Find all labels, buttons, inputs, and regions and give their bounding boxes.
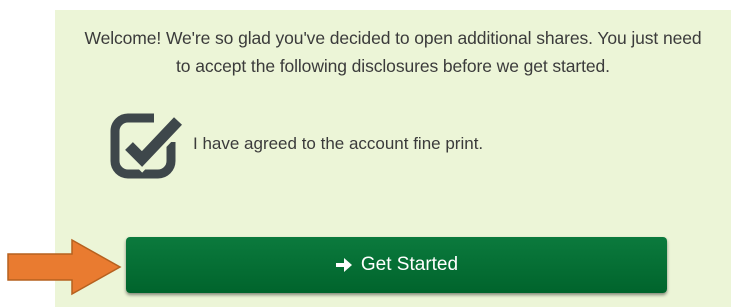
welcome-message: Welcome! We're so glad you've decided to… <box>55 24 731 80</box>
checkbox-checked-icon[interactable] <box>110 108 188 182</box>
disclosure-panel: Welcome! We're so glad you've decided to… <box>55 10 731 307</box>
welcome-line-2: to accept the following disclosures befo… <box>176 56 610 76</box>
disclosure-agreement[interactable]: I have agreed to the account fine print. <box>110 108 483 182</box>
arrow-right-callout-icon <box>7 238 122 296</box>
get-started-button[interactable]: Get Started <box>126 237 667 293</box>
arrow-right-icon <box>335 258 352 272</box>
disclosure-label: I have agreed to the account fine print. <box>193 134 484 153</box>
welcome-line-1: Welcome! We're so glad you've decided to… <box>84 28 702 48</box>
page: Welcome! We're so glad you've decided to… <box>0 0 731 307</box>
get-started-label: Get Started <box>360 254 459 275</box>
